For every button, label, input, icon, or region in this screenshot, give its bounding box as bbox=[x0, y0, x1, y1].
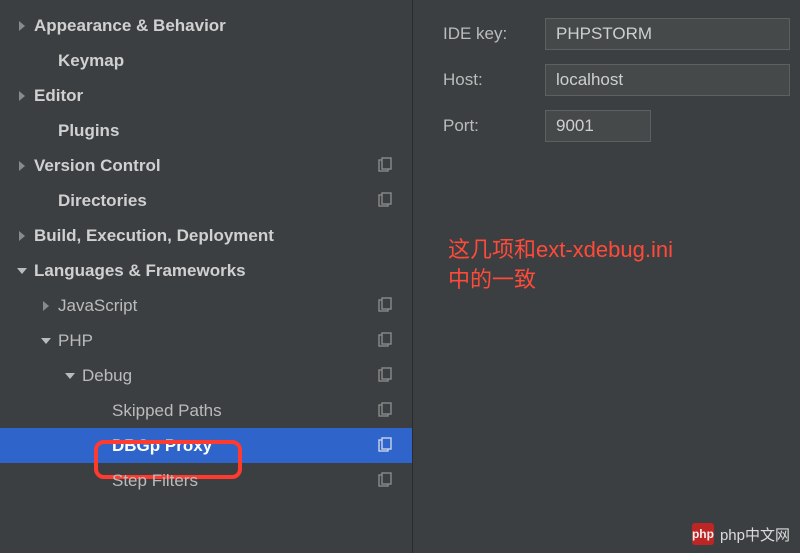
copy-icon bbox=[376, 402, 394, 420]
chevron-right-icon bbox=[40, 300, 52, 312]
sidebar-item-label: Appearance & Behavior bbox=[34, 16, 226, 36]
sidebar-item-label: Directories bbox=[58, 191, 147, 211]
sidebar-item-javascript[interactable]: JavaScript bbox=[0, 288, 412, 323]
settings-sidebar: Appearance & Behavior Keymap Editor Plug… bbox=[0, 0, 413, 553]
ide-key-label: IDE key: bbox=[443, 24, 545, 44]
port-input[interactable] bbox=[545, 110, 651, 142]
form-row-host: Host: bbox=[443, 64, 800, 96]
sidebar-item-label: JavaScript bbox=[58, 296, 137, 316]
form-row-port: Port: bbox=[443, 110, 800, 142]
sidebar-item-label: Build, Execution, Deployment bbox=[34, 226, 274, 246]
sidebar-item-label: Step Filters bbox=[112, 471, 198, 491]
copy-icon bbox=[376, 437, 394, 455]
sidebar-item-directories[interactable]: Directories bbox=[0, 183, 412, 218]
watermark-logo: php bbox=[692, 523, 714, 545]
chevron-right-icon bbox=[16, 90, 28, 102]
sidebar-item-php[interactable]: PHP bbox=[0, 323, 412, 358]
sidebar-item-label: Version Control bbox=[34, 156, 161, 176]
chevron-right-icon bbox=[16, 20, 28, 32]
sidebar-item-label: Keymap bbox=[58, 51, 124, 71]
chevron-right-icon bbox=[16, 160, 28, 172]
sidebar-item-label: Plugins bbox=[58, 121, 119, 141]
annotation-line2: 中的一致 bbox=[448, 265, 673, 295]
annotation-text: 这几项和ext-xdebug.ini 中的一致 bbox=[448, 235, 673, 294]
annotation-line1: 这几项和ext-xdebug.ini bbox=[448, 235, 673, 265]
sidebar-item-skipped-paths[interactable]: Skipped Paths bbox=[0, 393, 412, 428]
copy-icon bbox=[376, 472, 394, 490]
sidebar-item-version-control[interactable]: Version Control bbox=[0, 148, 412, 183]
sidebar-item-debug[interactable]: Debug bbox=[0, 358, 412, 393]
port-label: Port: bbox=[443, 116, 545, 136]
settings-main-panel: IDE key: Host: Port: 这几项和ext-xdebug.ini … bbox=[413, 0, 800, 553]
copy-icon bbox=[376, 157, 394, 175]
sidebar-item-label: Languages & Frameworks bbox=[34, 261, 246, 281]
sidebar-item-label: DBGp Proxy bbox=[112, 436, 212, 456]
host-label: Host: bbox=[443, 70, 545, 90]
ide-key-input[interactable] bbox=[545, 18, 790, 50]
chevron-down-icon bbox=[40, 335, 52, 347]
host-input[interactable] bbox=[545, 64, 790, 96]
watermark-text: php中文网 bbox=[720, 524, 790, 545]
sidebar-item-plugins[interactable]: Plugins bbox=[0, 113, 412, 148]
sidebar-item-step-filters[interactable]: Step Filters bbox=[0, 463, 412, 498]
chevron-down-icon bbox=[16, 265, 28, 277]
sidebar-item-keymap[interactable]: Keymap bbox=[0, 43, 412, 78]
sidebar-item-appearance-behavior[interactable]: Appearance & Behavior bbox=[0, 8, 412, 43]
sidebar-item-build-execution-deployment[interactable]: Build, Execution, Deployment bbox=[0, 218, 412, 253]
form-row-ide-key: IDE key: bbox=[443, 18, 800, 50]
copy-icon bbox=[376, 192, 394, 210]
sidebar-item-editor[interactable]: Editor bbox=[0, 78, 412, 113]
sidebar-item-label: Skipped Paths bbox=[112, 401, 222, 421]
sidebar-item-languages-frameworks[interactable]: Languages & Frameworks bbox=[0, 253, 412, 288]
sidebar-item-label: Editor bbox=[34, 86, 83, 106]
chevron-down-icon bbox=[64, 370, 76, 382]
chevron-right-icon bbox=[16, 230, 28, 242]
copy-icon bbox=[376, 332, 394, 350]
sidebar-item-label: Debug bbox=[82, 366, 132, 386]
copy-icon bbox=[376, 297, 394, 315]
watermark: php php中文网 bbox=[692, 523, 790, 545]
sidebar-item-dbgp-proxy[interactable]: DBGp Proxy bbox=[0, 428, 412, 463]
copy-icon bbox=[376, 367, 394, 385]
sidebar-item-label: PHP bbox=[58, 331, 93, 351]
